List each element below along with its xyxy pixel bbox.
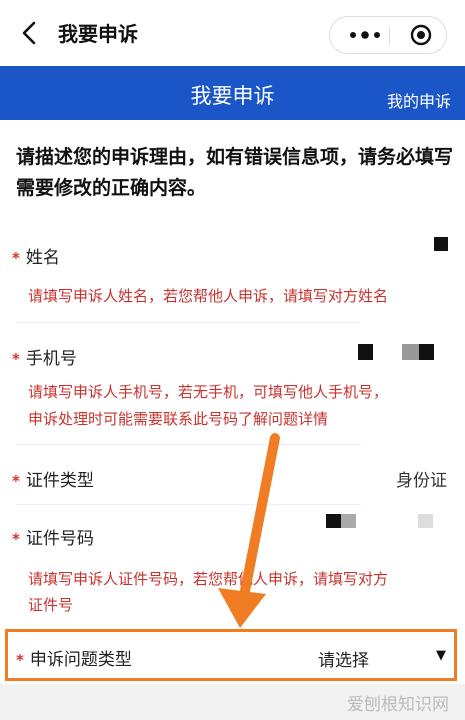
- required-mark: *: [16, 651, 24, 669]
- footer-area: 爱刨根知识网: [0, 684, 465, 720]
- redacted-mark: [419, 344, 434, 360]
- id-number-hint-line-1: 请填写申诉人证件号码，若您帮他人申诉，请填写对方: [28, 570, 389, 588]
- instruction-text: 请描述您的申诉理由，如有错误信息项，请务必填写需要修改的正确内容。: [16, 146, 454, 199]
- required-mark: *: [12, 530, 20, 548]
- required-mark: *: [12, 472, 20, 490]
- issue-type-select[interactable]: * 申诉问题类型 请选择 ▼: [5, 629, 457, 681]
- redacted-mark: [341, 514, 356, 528]
- phone-field-label[interactable]: * 手机号: [12, 344, 77, 369]
- watermark: 爱刨根知识网: [347, 695, 449, 715]
- divider: [16, 322, 361, 323]
- id-number-field-label[interactable]: * 证件号码: [12, 524, 94, 549]
- name-field-label[interactable]: * 姓名: [12, 243, 60, 268]
- dropdown-caret-icon[interactable]: ▼: [436, 648, 446, 663]
- phone-hint-line-2: 申诉处理时可能需要联系此号码了解问题详情: [28, 410, 329, 428]
- my-appeal-link[interactable]: 我的申诉: [387, 88, 451, 112]
- back-arrow-icon[interactable]: [16, 19, 44, 47]
- more-options-icon[interactable]: [348, 26, 382, 44]
- mini-program-capsule: [329, 16, 447, 54]
- redacted-mark: [326, 514, 341, 528]
- page-header: 我要申诉 我的申诉: [0, 66, 465, 120]
- capsule-divider: [389, 26, 390, 46]
- nav-title: 我要申诉: [58, 22, 138, 46]
- issue-type-label: * 申诉问题类型: [16, 650, 132, 670]
- required-mark: *: [12, 350, 20, 368]
- id-number-hint-line-2: 证件号: [28, 596, 74, 614]
- redacted-mark: [402, 344, 420, 360]
- id-type-value[interactable]: 身份证: [396, 466, 447, 491]
- phone-hint-line-1: 请填写申诉人手机号，若无手机，可填写他人手机号，: [28, 383, 389, 401]
- name-hint: 请填写申诉人姓名，若您帮他人申诉，请填写对方姓名: [28, 287, 389, 305]
- top-nav-bar: 我要申诉: [0, 0, 465, 66]
- redacted-mark: [434, 237, 448, 251]
- close-target-icon[interactable]: [410, 24, 432, 46]
- divider: [16, 444, 361, 445]
- redacted-mark: [418, 514, 433, 528]
- redacted-mark: [358, 344, 373, 360]
- id-type-field-label[interactable]: * 证件类型: [12, 466, 94, 491]
- required-mark: *: [12, 249, 20, 267]
- issue-type-value[interactable]: 请选择: [318, 646, 369, 671]
- divider: [16, 504, 361, 505]
